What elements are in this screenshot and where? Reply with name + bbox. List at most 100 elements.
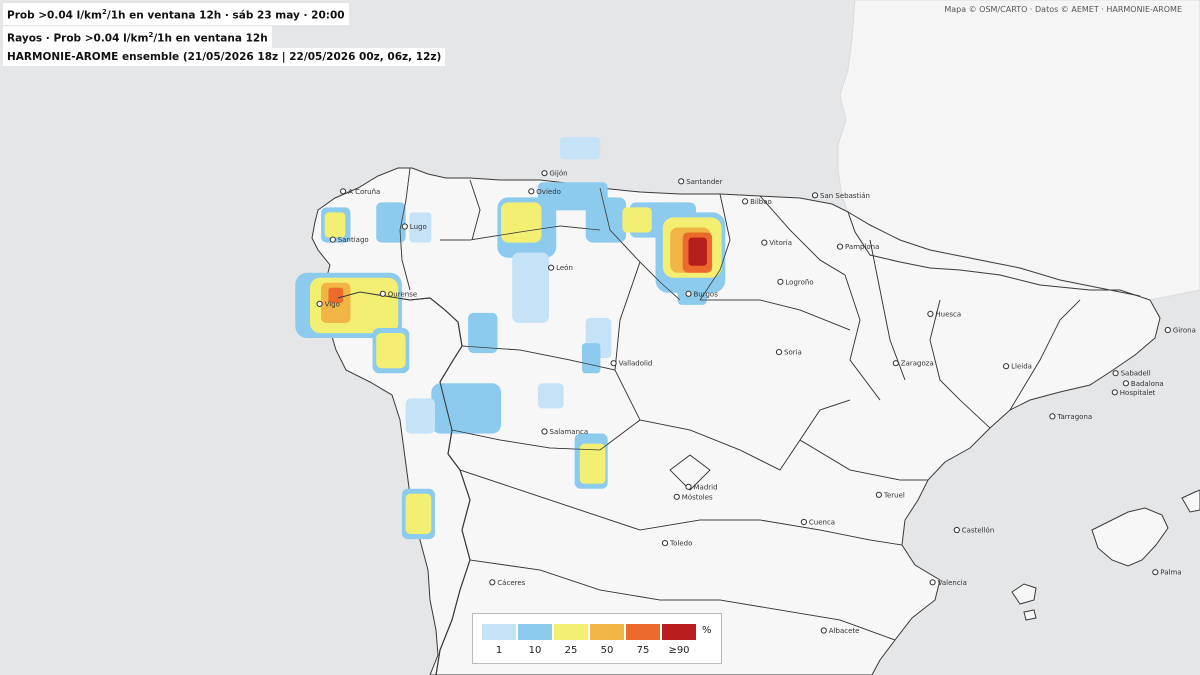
city-label: Cáceres	[497, 579, 525, 587]
city-dot	[1152, 569, 1159, 576]
city-dot	[541, 428, 548, 435]
city-dot	[340, 188, 347, 195]
city-dot	[892, 360, 899, 367]
city-label: Santiago	[338, 236, 369, 244]
city-dot	[761, 239, 768, 246]
city-label: Móstoles	[682, 493, 713, 501]
city-label: A Coruña	[348, 188, 380, 196]
legend-unit: %	[702, 625, 712, 636]
city-label: Logroño	[785, 278, 813, 286]
probability-legend: 1 10 25 50 75 ≥90 %	[472, 613, 722, 664]
city-label: Ourense	[388, 290, 417, 298]
city-label: Tarragona	[1056, 413, 1092, 421]
city-dot	[401, 223, 408, 230]
legend-swatch-90	[661, 623, 697, 641]
city-label: Madrid	[694, 483, 718, 491]
city-dot	[528, 188, 535, 195]
city-dot	[800, 518, 808, 526]
city-label: Valladolid	[619, 360, 653, 368]
city-dot	[953, 526, 960, 534]
city-label: Oviedo	[536, 188, 561, 196]
city-label: Palma	[1160, 569, 1181, 577]
city-dot	[673, 493, 680, 500]
probability-cell	[537, 383, 564, 409]
map-canvas[interactable]: A Coruña Lugo Santiago Vigo Ourense Gijón Ovie…	[0, 0, 1200, 675]
city-dot	[1003, 363, 1010, 370]
city-label: Girona	[1173, 327, 1196, 335]
city-dot	[329, 236, 336, 243]
city-label: Cuenca	[809, 519, 835, 527]
probability-cell	[405, 398, 435, 434]
city-label: Soria	[784, 349, 802, 357]
probability-cell	[512, 252, 549, 323]
city-label: Salamanca	[550, 428, 589, 436]
city-dot	[929, 579, 936, 586]
city-label: Albacete	[829, 627, 860, 635]
city-dot	[777, 278, 784, 285]
city-label: Lleida	[1011, 363, 1032, 371]
legend-swatch-10	[517, 623, 553, 641]
formentera-island	[1023, 609, 1037, 621]
probability-cell	[622, 207, 652, 233]
city-dot	[742, 198, 749, 205]
city-label: Pamplona	[845, 243, 879, 251]
city-label: Hospitalet	[1120, 389, 1156, 397]
city-dot	[1111, 389, 1118, 396]
legend-label-1: 1	[495, 645, 503, 656]
probability-cell	[405, 493, 432, 534]
city-label: Toledo	[669, 540, 692, 548]
city-dot	[685, 290, 692, 297]
city-label: Burgos	[694, 290, 719, 298]
city-dot	[541, 170, 548, 177]
city-marker[interactable]: San Sebastián	[811, 192, 870, 200]
city-marker[interactable]: Salamanca	[541, 428, 589, 436]
city-label: Valencia	[938, 579, 967, 587]
city-dot	[489, 579, 496, 586]
city-label: Zaragoza	[901, 360, 934, 368]
map-title: Prob >0.04 l/km2/1h en ventana 12h · sáb…	[3, 3, 349, 25]
probability-cell	[585, 197, 627, 243]
model-runs-label: HARMONIE-AROME ensemble (21/05/2026 18z …	[3, 48, 446, 66]
city-dot	[775, 349, 783, 356]
probability-cell	[582, 343, 601, 374]
probability-cell	[688, 237, 707, 266]
city-label: Teruel	[883, 491, 905, 499]
city-label: Lugo	[410, 223, 427, 231]
city-dot	[379, 290, 386, 297]
legend-swatch-25	[553, 623, 589, 641]
legend-swatch-75	[625, 623, 661, 641]
city-dot	[1122, 380, 1130, 387]
legend-label-10: 10	[528, 645, 542, 656]
city-dot	[927, 310, 934, 317]
city-label: León	[556, 264, 573, 272]
city-dot	[316, 300, 323, 307]
city-label: San Sebastián	[820, 192, 870, 200]
city-dot	[1164, 326, 1171, 334]
city-label: Huesca	[935, 310, 961, 318]
probability-cell	[324, 212, 346, 238]
probability-cell	[559, 137, 601, 160]
france-land	[837, 0, 1200, 301]
city-dot	[1049, 413, 1056, 420]
city-label: Gijón	[550, 170, 568, 178]
legend-label-50: 50	[600, 645, 614, 656]
legend-swatch-50	[589, 623, 625, 641]
city-dot	[811, 192, 819, 199]
city-label: Vigo	[325, 300, 340, 308]
city-dot	[836, 243, 844, 250]
variable-subtitle: Rayos · Prob >0.04 l/km2/1h en ventana 1…	[3, 26, 272, 48]
city-label: Badalona	[1131, 380, 1164, 388]
city-dot	[661, 540, 669, 547]
probability-cell	[501, 202, 542, 243]
legend-label-90: ≥90	[668, 645, 690, 656]
city-dot	[875, 491, 883, 498]
city-label: Sabadell	[1121, 370, 1151, 378]
city-dot	[820, 627, 827, 634]
legend-label-75: 75	[636, 645, 650, 656]
map-attribution: Mapa © OSM/CARTO · Datos © AEMET · HARMO…	[944, 5, 1182, 14]
city-label: Bilbao	[750, 198, 772, 206]
city-label: Castellón	[962, 527, 994, 535]
city-dot	[548, 264, 555, 271]
legend-label-25: 25	[564, 645, 578, 656]
city-dot	[685, 483, 692, 490]
